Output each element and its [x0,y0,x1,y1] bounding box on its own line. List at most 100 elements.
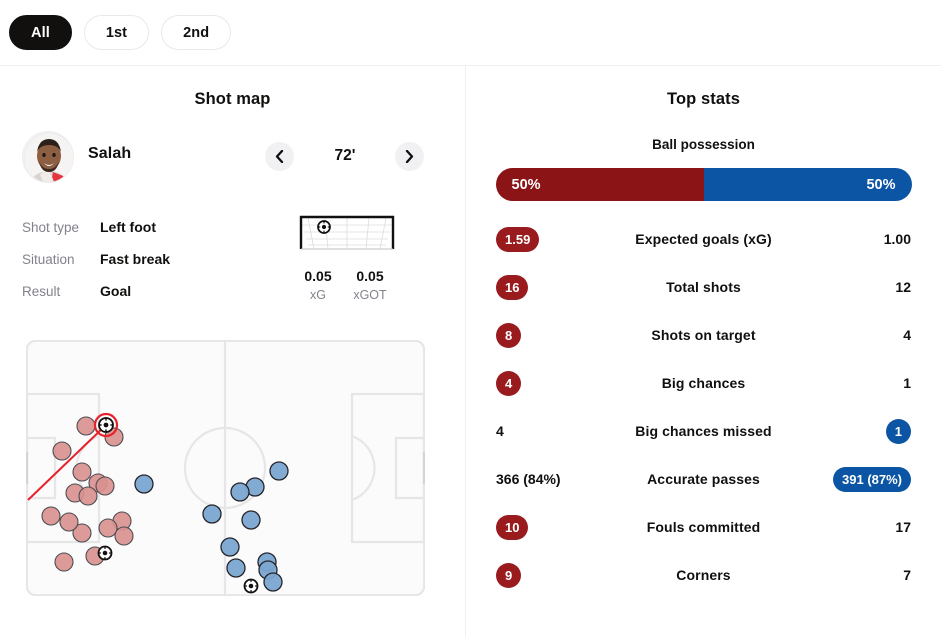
stat-home-badge: 8 [496,322,522,348]
stat-row: 4 Big chances missed 1 [466,407,941,455]
shot-type-label: Shot type [22,219,80,235]
away-shot-dot [230,482,250,502]
next-shot-button[interactable] [395,142,424,171]
stat-row: 366 (84%) Accurate passes 391 (87%) [466,455,941,503]
shot-detail-row: Situation Fast break [22,243,272,275]
filter-chip-2nd-label: 2nd [183,24,210,41]
possession-away-bar: 50% [703,168,912,201]
shot-minute: 72' [334,147,356,164]
home-shot-dot [78,486,98,506]
stat-away-side: 7 [791,567,911,583]
home-shot-dot [59,512,79,532]
stat-home-value: 4 [496,423,504,439]
home-shot-dot [95,476,115,496]
football-icon [97,545,113,561]
home-shot-dot [52,441,72,461]
chevron-right-icon [405,150,414,163]
stat-home-badge: 1.59 [496,226,540,252]
stat-home-side: 4 [496,370,616,396]
stat-row: 10 Fouls committed 17 [466,503,941,551]
top-stats-panel: Top stats Ball possession 50% 50% 1.59 Ex… [466,66,941,637]
stat-name: Fouls committed [646,519,761,535]
pitch-graphic[interactable] [19,339,432,621]
stat-home-side: 4 [496,423,616,439]
stat-away-side: 12 [791,279,911,295]
away-shot-dot [269,461,289,481]
home-shot-dot [98,518,118,538]
situation-label: Situation [22,251,75,267]
shot-player-header: Salah 72' [0,131,465,191]
stat-away-side: 17 [791,519,911,535]
away-shot-dot [226,558,246,578]
selected-shot-ball-icon [98,417,114,433]
ball-possession-bar: 50% 50% [495,168,912,201]
away-shot-dot [220,537,240,557]
stat-row: 16 Total shots 12 [466,263,941,311]
stats-list: 1.59 Expected goals (xG) 1.00 16 Total shots… [466,215,941,599]
shot-detail-row: Shot type Left foot [22,211,272,243]
goal-left [19,451,29,485]
stat-home-side: 9 [496,562,616,588]
stat-away-side: 1 [791,375,911,391]
football-icon [243,578,259,594]
xg-label: xG [310,288,326,302]
home-shot-dot [54,552,74,572]
stat-away-side: 4 [791,327,911,343]
goal-frame-graphic [299,215,395,250]
away-shot-dot [202,504,222,524]
stat-away-badge: 391 (87%) [833,466,911,492]
away-shot-dot [241,510,261,530]
possession-away-value: 50% [866,176,896,193]
stat-home-badge: 9 [496,562,522,588]
home-shot-dot [41,506,61,526]
filter-chip-all[interactable]: All [9,15,72,50]
stat-away-value: 12 [895,279,911,295]
result-label: Result [22,283,61,299]
stat-name: Expected goals (xG) [635,231,772,247]
shot-detail-row: Result Goal [22,275,272,307]
chevron-left-icon [275,150,284,163]
shot-type-value: Left foot [100,219,156,235]
goal-mouth-diagram: 0.05 xG 0.05 xGOT [292,213,402,302]
goal-right [422,451,432,485]
stat-home-side: 1.59 [496,226,616,252]
stat-name: Big chances missed [635,423,772,439]
shot-map-panel: Shot map Salah 72' Shot type Left foot S… [0,66,465,637]
stat-away-badge: 1 [885,418,911,444]
stat-home-value: 366 (84%) [496,471,561,487]
xgot-label: xGOT [353,288,387,302]
home-shot-dot [76,416,96,436]
result-value: Goal [100,283,132,299]
filter-chip-2nd[interactable]: 2nd [161,15,232,50]
situation-value: Fast break [100,251,171,267]
stat-row: 1.59 Expected goals (xG) 1.00 [466,215,941,263]
shot-map-title: Shot map [194,90,271,108]
xgot-value: 0.05 [356,268,384,284]
stat-away-value: 7 [903,567,911,583]
stat-home-side: 16 [496,274,616,300]
player-avatar [22,131,74,183]
stat-row: 4 Big chances 1 [466,359,941,407]
home-shot-dot [114,526,134,546]
xg-stat: 0.05 xG [292,268,344,302]
stat-away-side: 1 [791,418,911,444]
stat-away-side: 391 (87%) [791,466,911,492]
stat-name: Shots on target [651,327,756,343]
stat-away-value: 1 [903,375,911,391]
stat-name: Total shots [666,279,741,295]
shot-details-table: Shot type Left foot Situation Fast break… [22,211,272,307]
stat-home-badge: 10 [496,514,529,540]
ball-possession-label: Ball possession [652,137,755,152]
possession-home-value: 50% [511,176,541,193]
top-stats-title: Top stats [666,90,740,108]
stat-name: Accurate passes [647,471,760,487]
home-shot-dot [72,462,92,482]
filter-chip-1st-label: 1st [105,24,128,41]
player-name: Salah [88,145,132,162]
football-icon [317,220,331,234]
stat-away-side: 1.00 [791,231,911,247]
previous-shot-button[interactable] [265,142,294,171]
stat-home-side: 366 (84%) [496,471,616,487]
filter-chip-1st[interactable]: 1st [83,15,150,50]
stat-home-badge: 16 [496,274,529,300]
